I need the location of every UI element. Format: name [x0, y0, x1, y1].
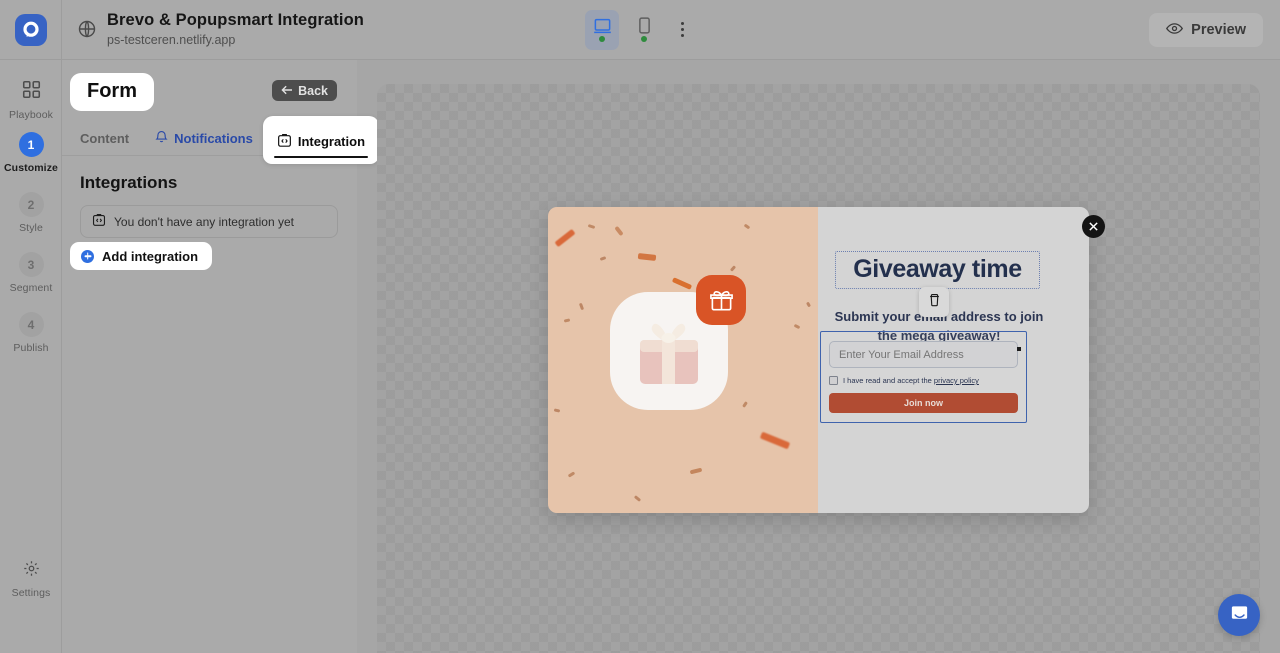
rail-label-customize: Customize [4, 162, 58, 174]
rail-step-number-1: 1 [19, 132, 44, 157]
page-title: Brevo & Popupsmart Integration [107, 11, 364, 31]
top-bar: Brevo & Popupsmart Integration ps-testce… [0, 0, 1280, 60]
rail-label-publish: Publish [13, 342, 48, 354]
grid-squares-icon [22, 80, 41, 104]
eye-icon [1166, 22, 1183, 39]
rail-label-style: Style [19, 222, 43, 234]
empty-state-text: You don't have any integration yet [114, 215, 294, 229]
tab-integration-label: Integration [298, 134, 365, 149]
rail-label-segment: Segment [10, 282, 53, 294]
privacy-policy-link[interactable]: privacy policy [934, 376, 979, 385]
editor-tabs: Content Notifications [62, 116, 357, 156]
globe-icon [77, 19, 97, 39]
rail-step-number-4: 4 [19, 312, 44, 337]
tab-content[interactable]: Content [80, 131, 129, 155]
more-options-icon[interactable] [669, 15, 695, 45]
preview-canvas: Giveaway time Submit your email address … [377, 84, 1260, 653]
code-brackets-icon [92, 213, 106, 230]
desktop-status-dot [599, 36, 605, 42]
gift-box-illustration [628, 312, 710, 392]
bell-icon [155, 130, 168, 146]
site-meta: Brevo & Popupsmart Integration ps-testce… [77, 11, 364, 48]
privacy-checkbox[interactable] [829, 376, 838, 385]
rail-item-segment[interactable]: 3 Segment [0, 240, 62, 294]
rail-item-publish[interactable]: 4 Publish [0, 300, 62, 354]
mobile-status-dot [641, 36, 647, 42]
email-input[interactable] [829, 341, 1018, 368]
tab-notifications[interactable]: Notifications [155, 130, 253, 155]
mobile-phone-icon [638, 17, 651, 34]
delete-element-button[interactable] [919, 287, 949, 317]
consent-text: I have read and accept the privacy polic… [843, 376, 979, 385]
rail-label-settings: Settings [12, 587, 51, 599]
preview-button[interactable]: Preview [1149, 13, 1263, 47]
mobile-view-button[interactable] [627, 10, 661, 50]
resize-handle[interactable] [1017, 347, 1021, 351]
add-integration-button[interactable]: Add integration [70, 242, 212, 270]
arrow-left-icon [281, 84, 293, 98]
integration-empty-state: You don't have any integration yet [80, 205, 338, 238]
desktop-view-button[interactable] [585, 10, 619, 50]
desktop-monitor-icon [593, 18, 612, 34]
gift-icon [696, 275, 746, 325]
section-title: Integrations [80, 173, 177, 193]
popup-preview: Giveaway time Submit your email address … [548, 207, 1089, 513]
rail-step-number-2: 2 [19, 192, 44, 217]
popupsmart-logo-icon [15, 14, 47, 46]
rail-item-playbook[interactable]: Playbook [0, 68, 62, 121]
app-root: Brevo & Popupsmart Integration ps-testce… [0, 0, 1280, 653]
gear-icon [23, 560, 40, 582]
preview-label: Preview [1191, 22, 1246, 38]
popup-heading[interactable]: Giveaway time [835, 251, 1040, 289]
popup-form-block[interactable]: I have read and accept the privacy polic… [820, 331, 1027, 423]
view-mode-toggles [585, 10, 695, 50]
chat-bubble-icon [1229, 603, 1250, 627]
close-icon[interactable] [1082, 215, 1105, 238]
plus-circle-icon [81, 250, 94, 263]
form-title: Form [70, 73, 154, 111]
back-label: Back [298, 84, 328, 98]
join-now-button[interactable]: Join now [829, 393, 1018, 413]
editor-panel: Form Back Content Notifications [62, 60, 357, 653]
popup-image-panel [548, 207, 818, 513]
add-integration-label: Add integration [102, 249, 198, 264]
logo-container[interactable] [0, 0, 62, 60]
left-rail: Playbook 1 Customize 2 Style 3 Segment 4… [0, 60, 62, 653]
trash-icon [928, 293, 941, 312]
site-url: ps-testceren.netlify.app [107, 33, 364, 48]
consent-prefix: I have read and accept the [843, 376, 934, 385]
tab-content-label: Content [80, 131, 129, 146]
chat-widget-button[interactable] [1218, 594, 1260, 636]
tab-notifications-label: Notifications [174, 131, 253, 146]
code-brackets-icon [277, 133, 292, 151]
consent-row[interactable]: I have read and accept the privacy polic… [829, 376, 1018, 385]
tab-integration[interactable]: Integration [263, 116, 379, 164]
rail-item-settings[interactable]: Settings [0, 548, 62, 599]
rail-step-number-3: 3 [19, 252, 44, 277]
rail-item-style[interactable]: 2 Style [0, 180, 62, 234]
popup-form-panel: Giveaway time Submit your email address … [818, 207, 1089, 513]
rail-item-customize[interactable]: 1 Customize [0, 120, 62, 174]
back-button[interactable]: Back [272, 80, 337, 101]
